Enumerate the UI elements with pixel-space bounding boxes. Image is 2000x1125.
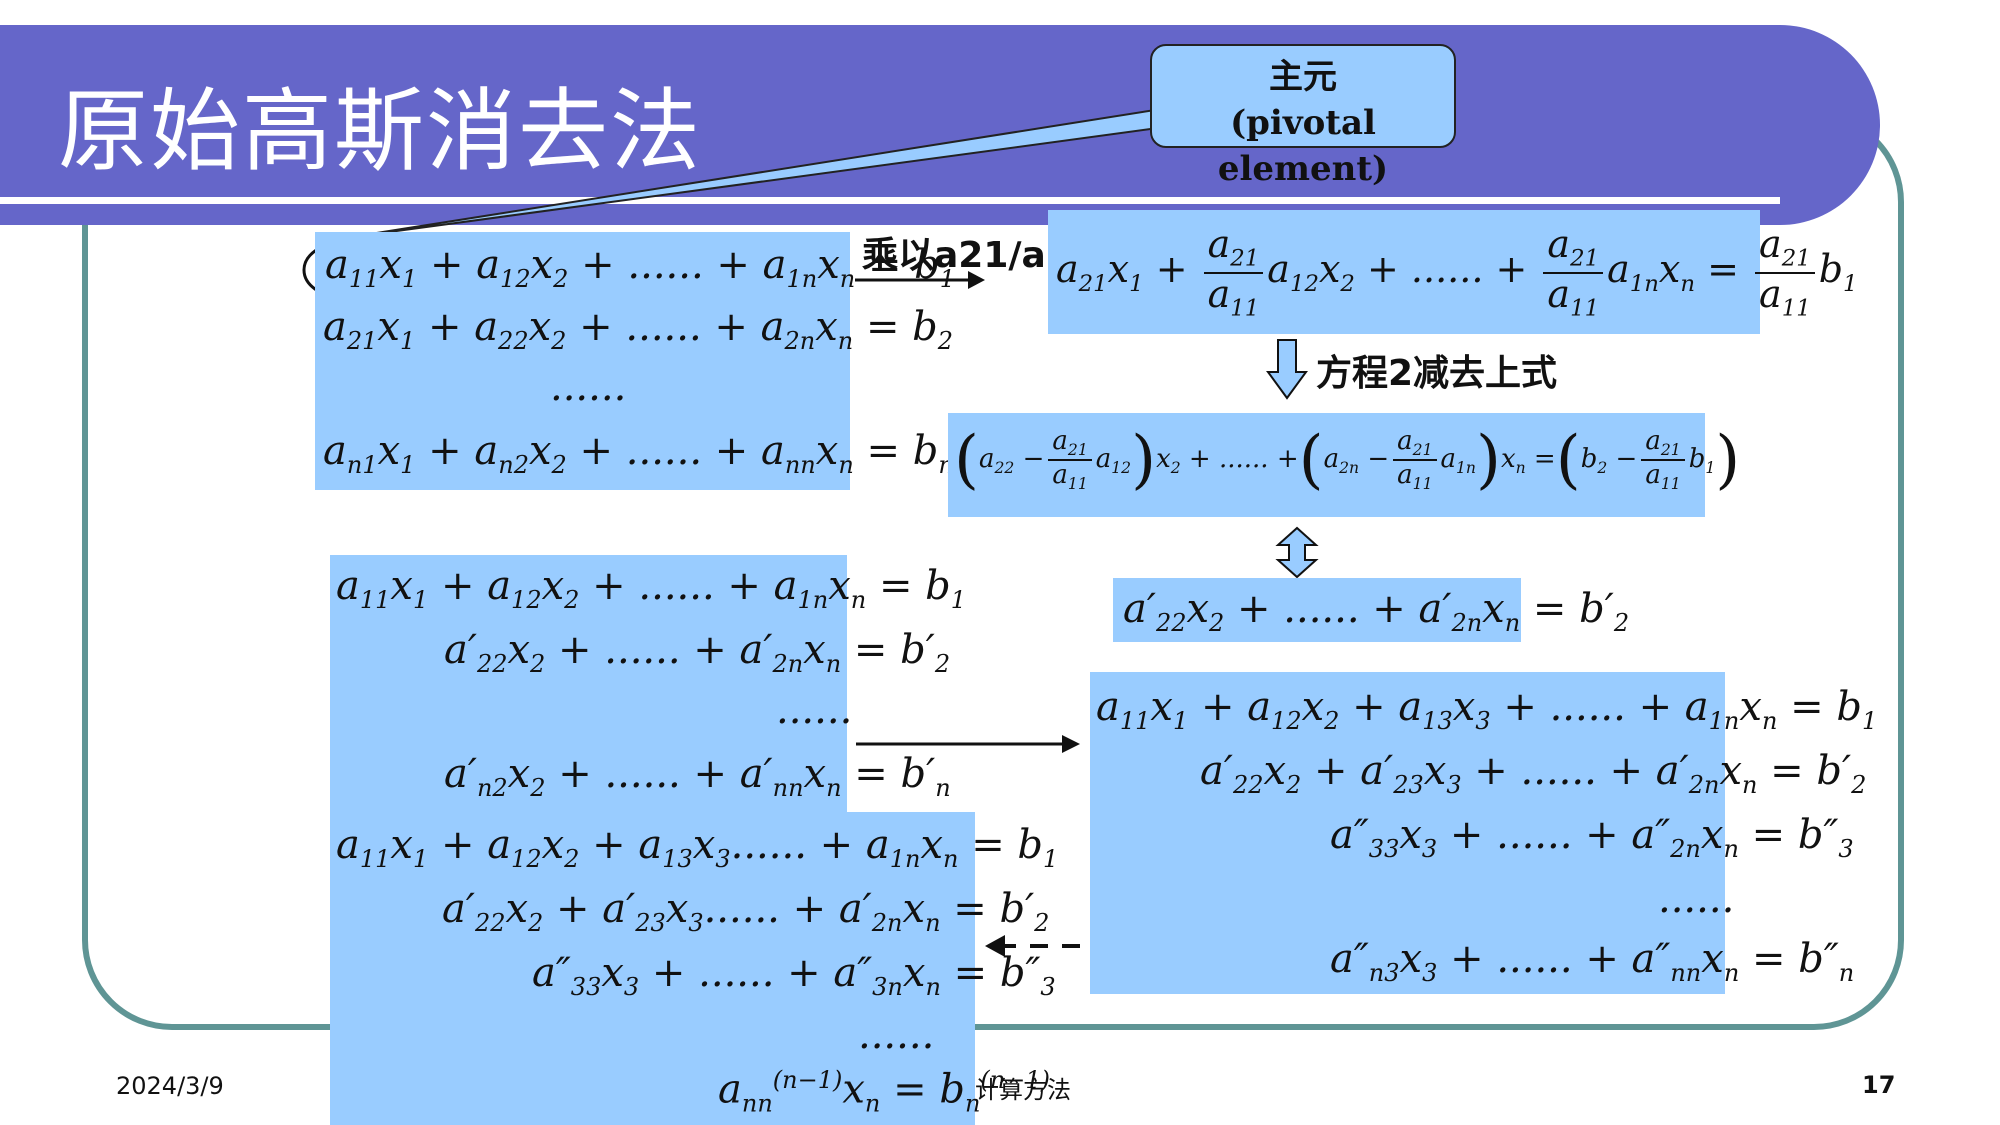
step2-row-n: a″n3x3 + ...... + a″nnxn = b″n <box>1330 936 1855 987</box>
primed-equation: a′22x2 + ...... + a′2nxn = b′2 <box>1123 586 1630 637</box>
equation-box-original: a11x1 + a12x2 + ...... + a1nxn = b1 a21x… <box>315 232 955 490</box>
scaled-equation: a21x1 + a21 a11 a12x2 + ...... + a21 a11 a1n… <box>1056 222 1858 322</box>
equation-row-2: a21x1 + a22x2 + ...... + a2nxn = b2 <box>323 304 954 355</box>
equation-box-step1: a11x1 + a12x2 + ...... + a1nxn = b1 a′22… <box>330 555 966 815</box>
subtracted-equation: (a22 − a21 a11 a12)x2 + ...... +(a2n − a21 a1… <box>954 423 1741 497</box>
pivot-callout: 主元 (pivotal element) <box>1150 44 1456 189</box>
equation-row-1: a11x1 + a12x2 + ...... + a1nxn = b1 <box>325 242 956 293</box>
step1-row-1: a11x1 + a12x2 + ...... + a1nxn = b1 <box>336 563 967 614</box>
tri-ellipsis: ...... <box>858 1012 935 1058</box>
down-arrow-icon <box>1266 339 1308 400</box>
callout-pointer <box>344 108 1160 239</box>
equation-box-subtracted: (a22 − a21 a11 a12)x2 + ...... +(a2n − a21 a1… <box>948 413 1740 517</box>
step1-row-2: a′22x2 + ...... + a′2nxn = b′2 <box>444 627 951 678</box>
tri-row-2: a′22x2 + a′23x3...... + a′2nxn = b′2 <box>442 886 1050 937</box>
callout-line1: 主元 <box>1269 57 1337 97</box>
footer-course: 计算方法 <box>975 1076 1071 1104</box>
equation-box-triangular: a11x1 + a12x2 + a13x3...... + a1nxn = b1… <box>330 812 1058 1125</box>
equation-box-step2: a11x1 + a12x2 + a13x3 + ...... + a1nxn =… <box>1090 672 1877 994</box>
result-arrowhead <box>1062 735 1080 753</box>
equation-box-primed: a′22x2 + ...... + a′2nxn = b′2 <box>1113 578 1629 642</box>
equation-row-n: an1x1 + an2x2 + ...... + annxn = bn <box>323 428 954 479</box>
page-number: 17 <box>1862 1071 1896 1099</box>
tri-row-1: a11x1 + a12x2 + a13x3...... + a1nxn = b1 <box>336 822 1059 873</box>
subtract-label: 方程2减去上式 <box>1316 353 1558 394</box>
step2-row-3: a″33x3 + ...... + a″2nxn = b″3 <box>1330 812 1854 863</box>
double-arrow-icon <box>1275 526 1319 579</box>
step2-row-2: a′22x2 + a′23x3 + ...... + a′2nxn = b′2 <box>1200 748 1867 799</box>
step2-row-1: a11x1 + a12x2 + a13x3 + ...... + a1nxn =… <box>1096 684 1878 735</box>
footer-date: 2024/3/9 <box>116 1072 224 1100</box>
callout-line2: (pivotal element) <box>1217 103 1389 189</box>
step1-ellipsis: ...... <box>776 687 853 733</box>
step1-row-n: a′n2x2 + ...... + a′nnxn = b′n <box>444 751 951 802</box>
tri-row-3: a″33x3 + ...... + a″3nxn = b″3 <box>532 950 1056 1001</box>
equation-box-scaled: a21x1 + a21 a11 a12x2 + ...... + a21 a11 a1n… <box>1048 210 1858 334</box>
step2-ellipsis: ...... <box>1658 876 1735 922</box>
ellipsis-row: ...... <box>550 364 627 410</box>
